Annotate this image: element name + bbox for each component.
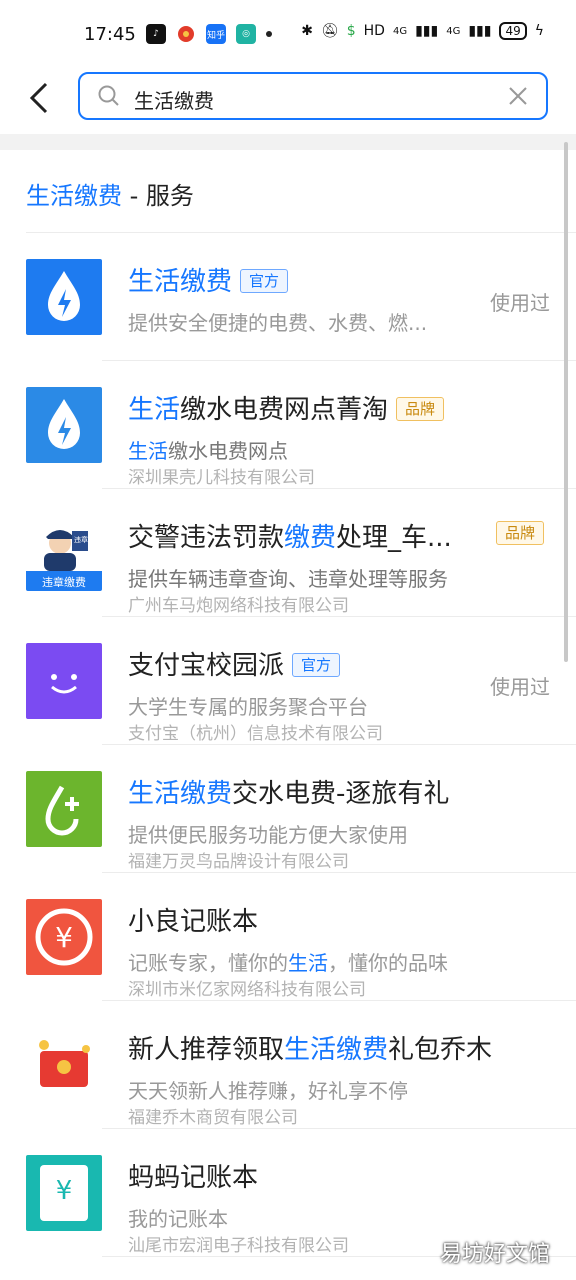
water-drop-bolt-icon [26,387,102,463]
water-drop-bolt-icon [26,259,102,335]
list-item[interactable]: 生活缴费 官方 提供安全便捷的电费、水费、燃... 使用过 [0,233,576,361]
signal-2-icon: ▮▮▮ [468,23,492,39]
search-header: 生活缴费 [0,70,576,132]
icon-caption: 违章缴费 [42,576,86,589]
brand-badge: 品牌 [495,521,544,545]
item-title: 生活缴费交水电费-逐旅有礼 [128,779,450,809]
item-company: 支付宝（杭州）信息技术有限公司 [128,724,383,744]
back-arrow-icon[interactable] [26,78,54,118]
svg-text:¥: ¥ [55,921,73,954]
list-item[interactable]: ¥ 小良记账本 记账专家，懂你的生活，懂你的品味 深圳市米亿家网络科技有限公司 [0,873,576,1001]
smiley-icon [26,643,102,719]
results-list: 生活缴费 官方 提供安全便捷的电费、水费、燃... 使用过 生活缴水电费网点菁淘品… [0,233,576,1257]
item-description: 大学生专属的服务聚合平台 [128,695,368,719]
section-title-rest: - 服务 [122,182,194,210]
list-item[interactable]: 支付宝校园派 官方 大学生专属的服务聚合平台 支付宝（杭州）信息技术有限公司 使用… [0,617,576,745]
red-app-icon [176,24,196,44]
search-query: 生活缴费 [134,89,214,113]
brand-badge: 品牌 [396,397,445,421]
item-company: 汕尾市宏润电子科技有限公司 [128,1236,349,1256]
item-title: 小良记账本 [128,907,259,937]
zhihu-icon: 知乎 [206,24,226,44]
water-drop-plus-icon [26,771,102,847]
item-company: 福建万灵鸟品牌设计有限公司 [128,852,349,872]
watermark: 易坊好文馆 [439,1242,550,1267]
signal-1-icon: ▮▮▮ [415,23,439,39]
official-badge: 官方 [292,653,341,677]
item-company: 深圳果壳儿科技有限公司 [128,468,315,488]
status-bar: 17:45 ♪ 知乎 ◎ ✱ 🔕︎ $ HD 4G ▮▮▮ 4G ▮▮▮ 49 … [0,0,576,70]
bluetooth-icon: ✱ [301,23,313,39]
item-title: 新人推荐领取生活缴费礼包乔木 [128,1035,493,1065]
mute-icon: 🔕︎ [320,23,339,39]
used-label: 使用过 [490,675,550,699]
tiktok-icon: ♪ [146,24,166,44]
item-company: 深圳市米亿家网络科技有限公司 [128,980,366,1000]
clear-icon[interactable] [508,86,528,106]
item-description: 我的记账本 [128,1207,228,1231]
item-description: 提供安全便捷的电费、水费、燃... [128,311,428,335]
item-description: 天天领新人推荐赚，好礼享不停 [128,1079,408,1103]
yen-coin-icon: ¥ [26,899,102,975]
item-title: 生活缴水电费网点菁淘 品牌 [128,389,445,426]
traffic-police-icon: 违章 违章缴费 [26,515,102,591]
item-description: 生活缴水电费网点 [128,439,288,463]
used-label: 使用过 [490,291,550,315]
battery-level: 49 [499,22,527,40]
item-company: 广州车马炮网络科技有限公司 [128,596,349,616]
list-item[interactable]: 生活缴费交水电费-逐旅有礼 提供便民服务功能方便大家使用 福建万灵鸟品牌设计有限… [0,745,576,873]
signal-1-label: 4G [392,25,408,37]
network-type: HD [363,23,385,39]
icon-tag: 违章 [74,536,88,544]
charging-icon: ϟ [534,23,544,39]
teal-app-icon: ◎ [236,24,256,44]
status-time: 17:45 [84,24,136,45]
item-title: 支付宝校园派 官方 [128,645,341,682]
section-title-highlight: 生活缴费 [26,182,122,210]
item-description: 记账专家，懂你的生活，懂你的品味 [128,951,448,975]
scrollbar[interactable] [564,142,568,662]
signal-2-label: 4G [446,25,461,37]
notebook-yen-icon: ¥ [26,1155,102,1231]
item-description: 提供车辆违章查询、违章处理等服务 [128,567,448,591]
item-title: 生活缴费 官方 [128,261,289,298]
search-icon [98,85,119,106]
list-item[interactable]: 新人推荐领取生活缴费礼包乔木 天天领新人推荐赚，好礼享不停 福建乔木商贸有限公司 [0,1001,576,1129]
svg-text:¥: ¥ [56,1176,73,1206]
zhihu-label: 知乎 [206,30,225,41]
item-title: 蚂蚂记账本 [128,1163,259,1193]
notification-icons: ♪ 知乎 ◎ [146,24,272,44]
item-company: 福建乔木商贸有限公司 [128,1108,298,1128]
more-notifications-icon [266,31,272,37]
section-title: 生活缴费 - 服务 [26,176,194,211]
shield-icon: $ [346,23,356,39]
list-item[interactable]: 生活缴水电费网点菁淘 品牌 生活缴水电费网点 深圳果壳儿科技有限公司 [0,361,576,489]
header-divider [0,134,576,150]
item-title: 交警违法罚款缴费处理_车... [128,523,452,553]
status-right: ✱ 🔕︎ $ HD 4G ▮▮▮ 4G ▮▮▮ 49 ϟ [301,22,544,40]
red-envelope-icon [26,1027,102,1103]
list-item[interactable]: 违章 违章缴费 交警违法罚款缴费处理_车... 品牌 提供车辆违章查询、违章处理… [0,489,576,617]
official-badge: 官方 [240,269,289,293]
search-input[interactable]: 生活缴费 [78,72,548,120]
item-description: 提供便民服务功能方便大家使用 [128,823,408,847]
